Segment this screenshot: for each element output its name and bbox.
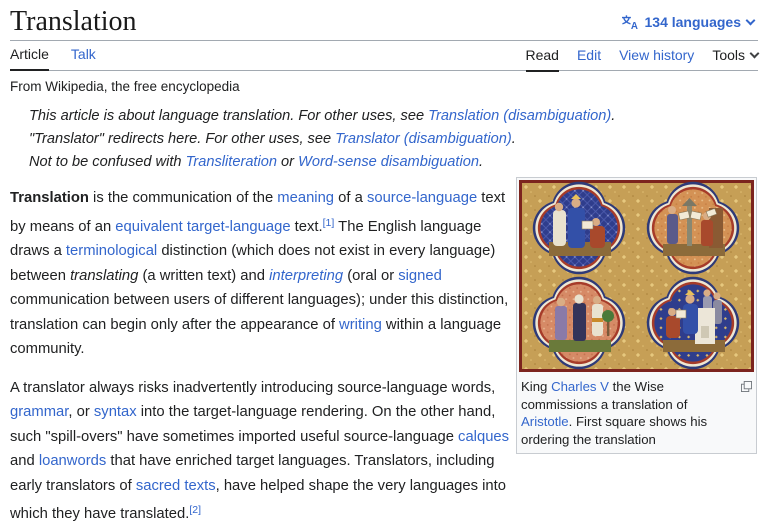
- text-segment: Not to be confused with: [29, 154, 186, 170]
- text-segment: translating: [70, 267, 139, 284]
- text-segment: .: [478, 154, 484, 170]
- tab-bar: Article Talk Read Edit View history Tool…: [10, 41, 760, 72]
- languages-button[interactable]: A 134 languages: [621, 14, 759, 32]
- inline-link[interactable]: equivalent: [115, 219, 182, 235]
- inline-link[interactable]: grammar: [10, 404, 68, 420]
- text-segment: A translator always risks inadvertently …: [10, 379, 496, 396]
- tools-menu[interactable]: Tools: [712, 47, 760, 63]
- tab-view-history[interactable]: View history: [619, 47, 694, 63]
- paragraph: Translation is the communication of the …: [10, 186, 515, 362]
- inline-link[interactable]: sacred texts: [136, 478, 216, 494]
- text-segment: is the communication of the: [88, 190, 278, 206]
- inline-link[interactable]: target-language: [187, 219, 291, 235]
- inline-link[interactable]: terminological: [66, 243, 157, 259]
- tools-label: Tools: [712, 47, 745, 63]
- languages-label: 134 languages: [644, 14, 742, 30]
- tab-article[interactable]: Article: [10, 46, 49, 71]
- caption-text: King Charles V the Wise commissions a tr…: [521, 379, 707, 447]
- text-segment: .: [611, 108, 616, 124]
- text-segment: (a written text) and: [138, 267, 270, 284]
- text-segment: of a: [334, 190, 367, 206]
- site-tagline: From Wikipedia, the free encyclopedia: [10, 79, 240, 94]
- inline-link[interactable]: writing: [339, 317, 382, 333]
- inline-link[interactable]: Transliteration: [186, 154, 277, 170]
- inline-link[interactable]: Charles V: [551, 379, 609, 394]
- text-segment: , or: [68, 404, 94, 420]
- inline-link[interactable]: signed: [398, 268, 442, 284]
- thumbnail-caption: King Charles V the Wise commissions a tr…: [519, 372, 754, 451]
- article-page: Translation A 134 languages Article Talk…: [0, 0, 768, 522]
- reference-link[interactable]: [2]: [189, 504, 201, 516]
- inline-link[interactable]: calques: [458, 429, 509, 445]
- text-segment: text.: [290, 218, 323, 235]
- inline-link[interactable]: source-language: [367, 190, 477, 206]
- expand-icon[interactable]: [741, 379, 752, 397]
- inline-link[interactable]: loanwords: [39, 453, 106, 469]
- inline-link[interactable]: Translator (disambiguation): [335, 131, 512, 147]
- reference-link[interactable]: [1]: [323, 217, 335, 229]
- hatnotes: This article is about language translati…: [29, 105, 758, 174]
- text-segment: King: [521, 379, 552, 394]
- manuscript-illustration-image[interactable]: [519, 180, 754, 372]
- text-segment: This article is about language translati…: [29, 108, 429, 124]
- inline-link[interactable]: meaning: [277, 190, 334, 206]
- tab-edit[interactable]: Edit: [577, 47, 601, 63]
- inline-link[interactable]: Word-sense disambiguation: [298, 154, 479, 170]
- page-title: Translation: [10, 6, 137, 37]
- inline-link[interactable]: interpreting: [269, 268, 343, 284]
- tab-talk[interactable]: Talk: [71, 46, 96, 70]
- text-segment: or: [276, 154, 299, 170]
- hatnote: "Translator" redirects here. For other u…: [29, 128, 758, 151]
- text-segment: "Translator" redirects here. For other u…: [29, 131, 336, 147]
- text-segment: Translation: [10, 190, 89, 206]
- chevron-down-icon: [745, 15, 756, 26]
- translate-icon: A: [621, 14, 639, 32]
- page-header: Translation A 134 languages: [10, 0, 758, 41]
- tab-read[interactable]: Read: [525, 47, 559, 72]
- text-segment: and: [10, 453, 39, 469]
- article-body: Translation is the communication of the …: [10, 186, 515, 527]
- chevron-down-icon: [749, 48, 760, 59]
- text-segment: (oral or: [343, 267, 399, 284]
- article-thumbnail: King Charles V the Wise commissions a tr…: [516, 177, 757, 454]
- hatnote: Not to be confused with Transliteration …: [29, 151, 758, 174]
- inline-link[interactable]: Translation (disambiguation): [428, 108, 611, 124]
- svg-text:A: A: [630, 21, 637, 30]
- hatnote: This article is about language translati…: [29, 105, 758, 128]
- paragraph: A translator always risks inadvertently …: [10, 376, 515, 527]
- inline-link[interactable]: syntax: [94, 404, 137, 420]
- text-segment: .: [511, 131, 516, 147]
